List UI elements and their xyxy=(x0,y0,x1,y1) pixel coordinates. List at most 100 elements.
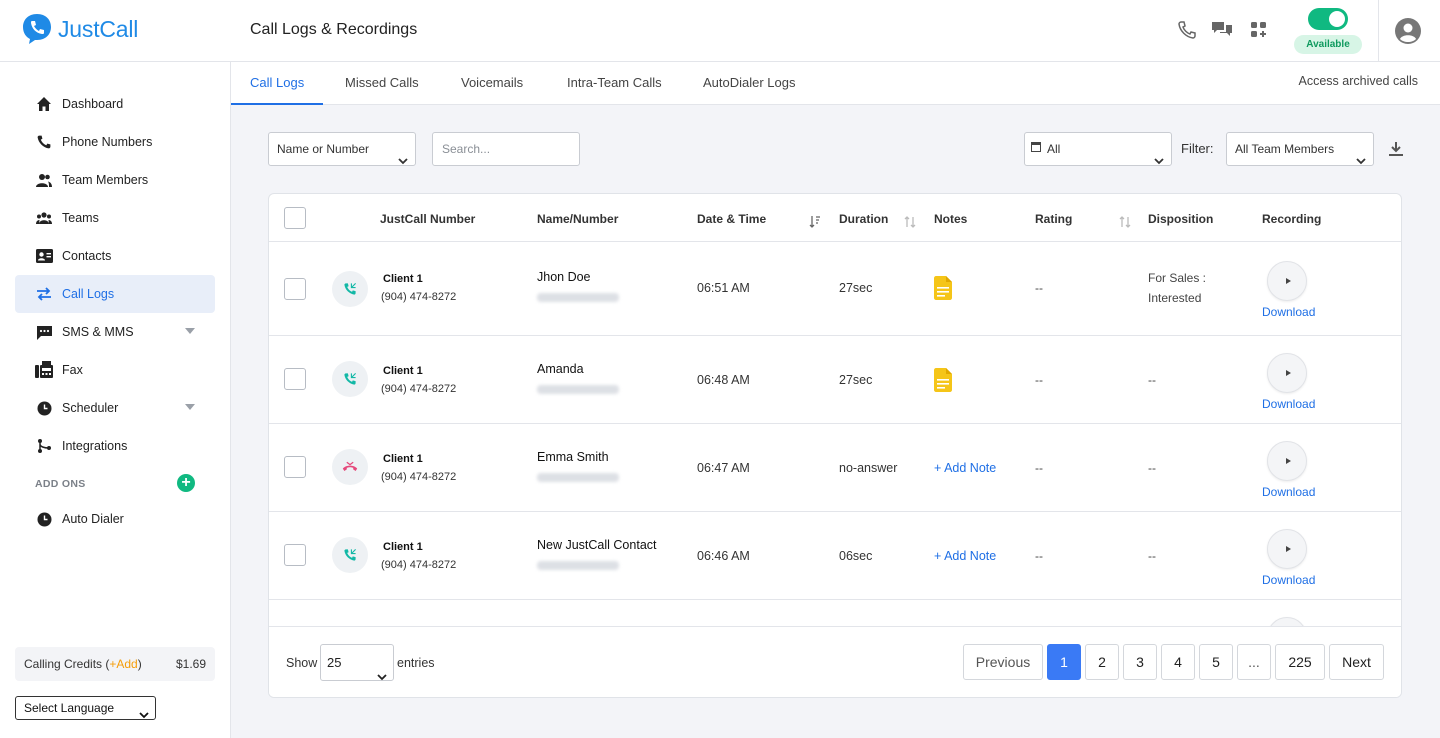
page-size-value: 25 xyxy=(327,655,342,670)
sidebar-item-contacts[interactable]: Contacts xyxy=(15,237,215,275)
call-rating: -- xyxy=(1035,373,1043,387)
chevron-down-icon xyxy=(377,659,387,694)
column-date-time[interactable]: Date & Time xyxy=(697,212,766,226)
download-icon[interactable] xyxy=(1387,140,1405,158)
active-tab-indicator xyxy=(231,103,323,105)
call-logs-table: JustCall Number Name/Number Date & Time … xyxy=(268,193,1402,698)
column-disposition: Disposition xyxy=(1148,212,1214,226)
search-input[interactable]: Search... xyxy=(432,132,580,166)
tab-call-logs[interactable]: Call Logs xyxy=(250,75,304,90)
credits-text: Calling Credits ( xyxy=(24,657,110,671)
sidebar-item-integrations[interactable]: Integrations xyxy=(15,427,215,465)
play-recording-button[interactable] xyxy=(1267,529,1307,569)
call-time: 06:51 AM xyxy=(697,281,750,295)
justcall-number: (904) 474-8272 xyxy=(381,291,457,303)
column-duration[interactable]: Duration xyxy=(839,212,888,226)
download-recording-link[interactable]: Download xyxy=(1262,485,1315,499)
note-document-icon[interactable] xyxy=(934,276,952,300)
play-recording-button[interactable] xyxy=(1267,441,1307,481)
contact-name[interactable]: Amanda xyxy=(537,362,584,376)
tab-missed-calls[interactable]: Missed Calls xyxy=(345,75,419,90)
phone-icon[interactable] xyxy=(1177,20,1197,40)
pagination-page-1[interactable]: 1 xyxy=(1047,644,1081,680)
chevron-down-icon xyxy=(1154,145,1164,177)
sidebar-item-dashboard[interactable]: Dashboard xyxy=(15,85,215,123)
contact-name[interactable]: Jhon Doe xyxy=(537,270,591,284)
pagination-page-3[interactable]: 3 xyxy=(1123,644,1157,680)
sidebar-item-sms-mms[interactable]: SMS & MMS xyxy=(15,313,215,351)
credits-amount: $1.69 xyxy=(175,657,206,671)
logo-text: JustCall xyxy=(58,15,139,42)
justcall-number-name: Client 1 xyxy=(383,273,423,285)
table-footer: Show 25 entries Previous 1 2 3 4 5 ... 2… xyxy=(269,626,1401,697)
select-all-checkbox[interactable] xyxy=(284,207,306,229)
pagination-page-last[interactable]: 225 xyxy=(1275,644,1325,680)
clock-icon xyxy=(35,399,53,417)
sort-icon[interactable] xyxy=(1119,215,1131,229)
add-note-link[interactable]: + Add Note xyxy=(934,461,996,475)
sidebar-item-scheduler[interactable]: Scheduler xyxy=(15,389,215,427)
page-size-select[interactable]: 25 xyxy=(320,644,394,681)
note-document-icon[interactable] xyxy=(934,368,952,392)
home-icon xyxy=(35,95,53,113)
row-checkbox[interactable] xyxy=(284,368,306,390)
contact-name[interactable]: New JustCall Contact xyxy=(537,538,657,552)
team-member-filter[interactable]: All Team Members xyxy=(1226,132,1374,166)
sort-desc-icon[interactable] xyxy=(809,215,821,229)
add-credits-link[interactable]: +Add xyxy=(109,657,137,671)
sidebar-item-label: SMS & MMS xyxy=(62,325,134,339)
incoming-call-icon xyxy=(332,361,368,397)
chevron-down-icon xyxy=(139,704,149,726)
chevron-down-icon[interactable] xyxy=(185,328,195,334)
sort-icon[interactable] xyxy=(904,215,916,229)
sidebar-item-auto-dialer[interactable]: Auto Dialer xyxy=(15,500,215,538)
blurred-contact-number xyxy=(537,385,619,394)
pagination-page-5[interactable]: 5 xyxy=(1199,644,1233,680)
tab-voicemails[interactable]: Voicemails xyxy=(461,75,523,90)
row-checkbox[interactable] xyxy=(284,456,306,478)
contact-name[interactable]: Emma Smith xyxy=(537,450,609,464)
sidebar: Dashboard Phone Numbers Team Members Tea… xyxy=(0,62,231,738)
play-recording-button[interactable] xyxy=(1267,353,1307,393)
sidebar-item-teams[interactable]: Teams xyxy=(15,199,215,237)
tab-intra-team-calls[interactable]: Intra-Team Calls xyxy=(567,75,662,90)
sidebar-item-phone-numbers[interactable]: Phone Numbers xyxy=(15,123,215,161)
download-recording-link[interactable]: Download xyxy=(1262,305,1315,319)
chevron-down-icon[interactable] xyxy=(185,404,195,410)
archived-calls-link[interactable]: Access archived calls xyxy=(1299,74,1419,88)
pagination-next[interactable]: Next xyxy=(1329,644,1384,680)
sidebar-item-team-members[interactable]: Team Members xyxy=(15,161,215,199)
row-checkbox[interactable] xyxy=(284,278,306,300)
add-note-link[interactable]: + Add Note xyxy=(934,549,996,563)
date-range-value: All xyxy=(1047,142,1061,156)
apps-icon[interactable] xyxy=(1249,20,1269,40)
credits-label: Calling Credits (+Add) xyxy=(24,657,142,671)
add-addon-icon[interactable]: + xyxy=(177,474,195,492)
column-notes: Notes xyxy=(934,212,968,226)
table-row: Client 1 (904) 474-8272 Amanda 06:48 AM … xyxy=(269,336,1401,424)
table-row: Client 1 (904) 474-8272 Emma Smith 06:47… xyxy=(269,424,1401,512)
pagination-previous[interactable]: Previous xyxy=(963,644,1043,680)
user-avatar-icon[interactable] xyxy=(1394,17,1422,45)
filter-label: Filter: xyxy=(1181,141,1214,156)
language-select-value: Select Language xyxy=(24,701,115,715)
language-select[interactable]: Select Language xyxy=(15,696,156,720)
search-by-select[interactable]: Name or Number xyxy=(268,132,416,166)
pagination-page-4[interactable]: 4 xyxy=(1161,644,1195,680)
pagination-page-2[interactable]: 2 xyxy=(1085,644,1119,680)
justcall-logo[interactable]: JustCall xyxy=(22,13,138,45)
tab-autodialer-logs[interactable]: AutoDialer Logs xyxy=(703,75,796,90)
download-recording-link[interactable]: Download xyxy=(1262,397,1315,411)
column-rating[interactable]: Rating xyxy=(1035,212,1072,226)
row-checkbox[interactable] xyxy=(284,544,306,566)
availability-switch[interactable] xyxy=(1308,8,1348,30)
download-recording-link[interactable]: Download xyxy=(1262,573,1315,587)
chat-icon[interactable] xyxy=(1211,20,1232,40)
missed-call-icon xyxy=(332,449,368,485)
play-recording-button[interactable] xyxy=(1267,261,1307,301)
justcall-number: (904) 474-8272 xyxy=(381,383,457,395)
sidebar-item-call-logs[interactable]: Call Logs xyxy=(15,275,215,313)
date-range-select[interactable]: All xyxy=(1024,132,1172,166)
sidebar-item-fax[interactable]: Fax xyxy=(15,351,215,389)
group-icon xyxy=(35,209,53,227)
